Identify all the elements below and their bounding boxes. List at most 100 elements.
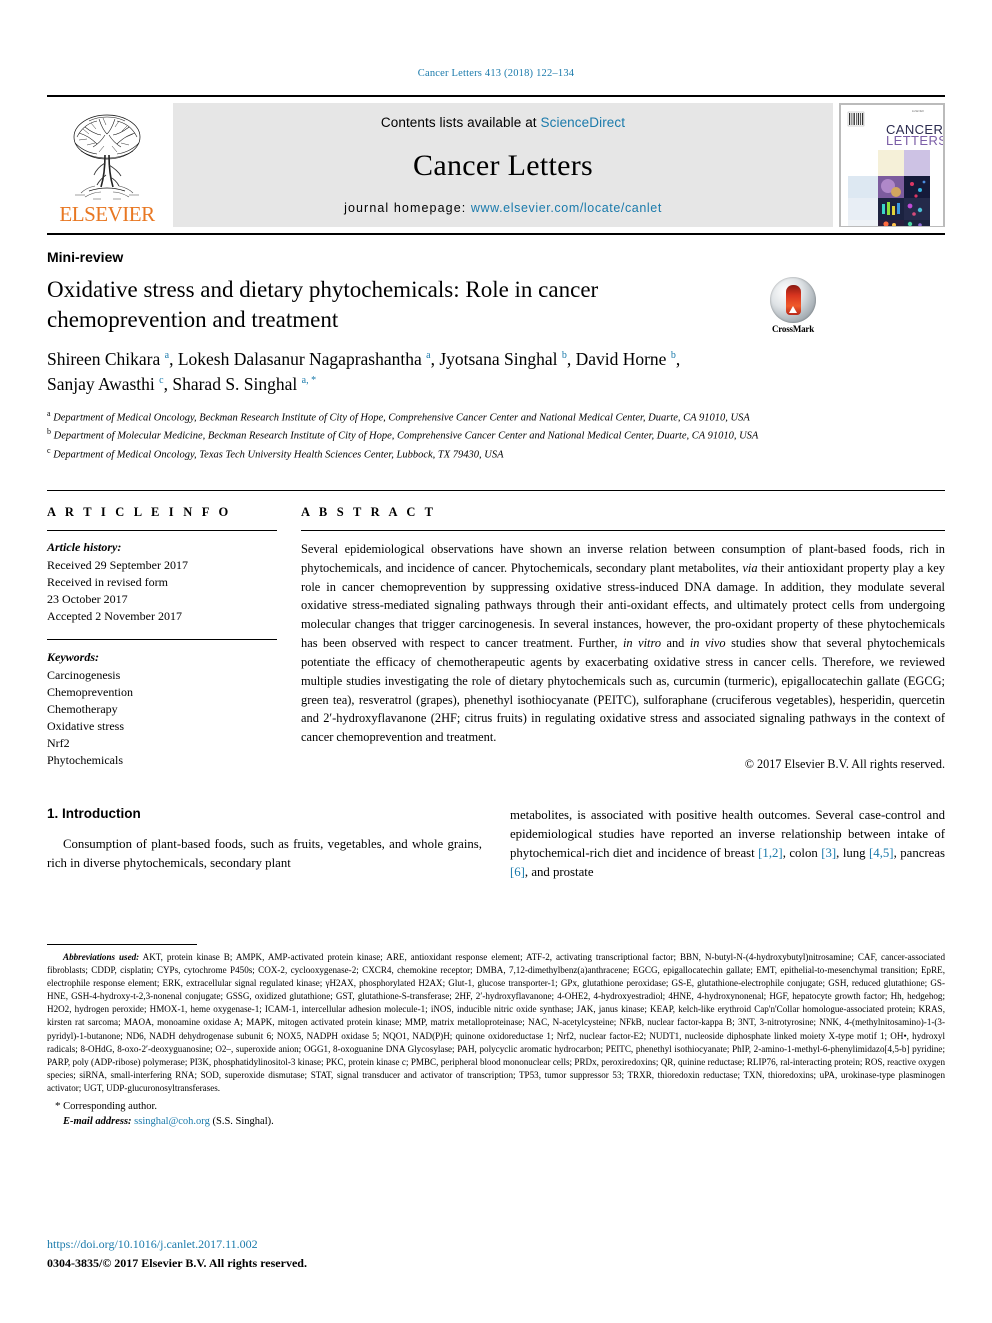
keywords-label: Keywords: bbox=[47, 649, 99, 664]
keywords-block: Keywords: Carcinogenesis Chemoprevention… bbox=[47, 638, 277, 769]
journal-cover-thumbnail: ELSEVIER CANCER LETTERS bbox=[839, 103, 945, 227]
journal-homepage-line: journal homepage: www.elsevier.com/locat… bbox=[344, 201, 662, 215]
info-abstract-section: A R T I C L E I N F O Article history: R… bbox=[47, 489, 945, 772]
journal-title: Cancer Letters bbox=[413, 148, 593, 182]
keyword-item: Nrf2 bbox=[47, 736, 70, 751]
corresponding-author-note: * Corresponding author. bbox=[47, 1100, 945, 1112]
running-head: Cancer Letters 413 (2018) 122–134 bbox=[417, 68, 575, 79]
keyword-item: Chemoprevention bbox=[47, 684, 133, 699]
cover-barcode bbox=[847, 111, 865, 127]
author-1: Shireen Chikara bbox=[47, 348, 165, 369]
author-sep-1: , Lokesh Dalasanur Nagaprashantha bbox=[169, 348, 427, 369]
article-history-label: Article history: bbox=[47, 539, 122, 554]
elsevier-tree-icon bbox=[73, 114, 141, 200]
journal-masthead: ELSEVIER Contents lists available at Sci… bbox=[47, 95, 945, 235]
citation-link-2[interactable]: [3] bbox=[821, 846, 836, 860]
intro-right-part-4: , pancreas bbox=[893, 845, 945, 860]
email-suffix: (S.S. Singhal). bbox=[209, 1116, 274, 1128]
intro-right-part-2: , colon bbox=[782, 845, 822, 860]
keyword-item: Carcinogenesis bbox=[47, 667, 121, 682]
introduction-section: 1. Introduction Consumption of plant-bas… bbox=[47, 806, 945, 882]
keyword-item: Oxidative stress bbox=[47, 719, 124, 734]
affiliation-a: a Department of Medical Oncology, Beckma… bbox=[47, 408, 917, 427]
svg-text:ELSEVIER: ELSEVIER bbox=[912, 110, 924, 113]
abstract-column: A B S T R A C T Several epidemiological … bbox=[301, 505, 945, 772]
abbreviations-text: Abbreviations used: AKT, protein kinase … bbox=[47, 951, 945, 1095]
footnotes-block: Abbreviations used: AKT, protein kinase … bbox=[47, 944, 945, 1127]
author-sep-4: , bbox=[675, 348, 681, 369]
abstract-divider bbox=[301, 529, 945, 531]
introduction-heading: 1. Introduction bbox=[47, 806, 141, 822]
affiliation-c-marker: c bbox=[47, 446, 51, 456]
contents-prefix: Contents lists available at bbox=[380, 115, 541, 130]
abstract-in-vitro: in vitro bbox=[622, 636, 662, 651]
author-sep-3: , David Horne bbox=[566, 348, 671, 369]
affiliation-c: c Department of Medical Oncology, Texas … bbox=[47, 445, 917, 464]
citation-link-4[interactable]: [6] bbox=[510, 865, 525, 879]
cover-artwork: ELSEVIER CANCER LETTERS bbox=[840, 104, 944, 226]
crossmark-badge[interactable]: CrossMark bbox=[747, 275, 839, 334]
history-item: Accepted 2 November 2017 bbox=[47, 608, 182, 623]
email-link[interactable]: ssinghal@coh.org bbox=[134, 1116, 210, 1127]
page-footer: https://doi.org/10.1016/j.canlet.2017.11… bbox=[47, 1237, 307, 1272]
intro-paragraph-left: Consumption of plant-based foods, such a… bbox=[47, 837, 482, 871]
abbreviations-label: Abbreviations used: bbox=[63, 952, 140, 962]
author-6-affil: a, * bbox=[301, 375, 317, 387]
intro-right-part-3: , lung bbox=[836, 845, 870, 860]
citation-link-3[interactable]: [4,5] bbox=[869, 846, 894, 860]
affiliation-b: b Department of Molecular Medicine, Beck… bbox=[47, 426, 917, 445]
keyword-item: Chemotherapy bbox=[47, 702, 118, 717]
article-info-heading: A R T I C L E I N F O bbox=[47, 504, 232, 519]
crossmark-label: CrossMark bbox=[771, 324, 815, 334]
affiliation-list: a Department of Medical Oncology, Beckma… bbox=[47, 408, 917, 464]
author-list: Shireen Chikara a, Lokesh Dalasanur Naga… bbox=[47, 347, 847, 398]
article-type-label: Mini-review bbox=[47, 249, 124, 265]
doi-link[interactable]: https://doi.org/10.1016/j.canlet.2017.11… bbox=[47, 1237, 307, 1252]
affiliation-a-text: Department of Medical Oncology, Beckman … bbox=[53, 412, 750, 424]
footnote-divider bbox=[47, 944, 197, 945]
intro-left-column: 1. Introduction Consumption of plant-bas… bbox=[47, 806, 482, 882]
affiliation-a-marker: a bbox=[47, 408, 51, 418]
title-row: Oxidative stress and dietary phytochemic… bbox=[47, 275, 945, 335]
intro-right-part-5: , and prostate bbox=[524, 864, 594, 879]
intro-right-column: metabolites, is associated with positive… bbox=[510, 806, 945, 882]
keyword-item: Phytochemicals bbox=[47, 753, 123, 768]
page-title: Oxidative stress and dietary phytochemic… bbox=[47, 277, 599, 332]
abstract-via: via bbox=[742, 560, 758, 575]
abstract-in-vivo: in vivo bbox=[689, 636, 726, 651]
crossmark-icon bbox=[770, 277, 816, 323]
journal-homepage-link[interactable]: www.elsevier.com/locate/canlet bbox=[471, 201, 662, 215]
elsevier-logo: ELSEVIER bbox=[47, 103, 167, 227]
asterisk-icon: * bbox=[55, 1100, 61, 1113]
article-info-divider bbox=[47, 529, 277, 531]
sciencedirect-banner: Contents lists available at ScienceDirec… bbox=[173, 103, 833, 227]
history-item: 23 October 2017 bbox=[47, 591, 128, 606]
history-item: Received in revised form bbox=[47, 574, 168, 589]
email-label: E-mail address: bbox=[63, 1116, 132, 1128]
author-sep-2: , Jyotsana Singhal bbox=[430, 348, 562, 369]
author-5: Sanjay Awasthi bbox=[47, 374, 160, 395]
paper-page: Cancer Letters 413 (2018) 122–134 ELSEVI… bbox=[0, 0, 992, 1323]
affiliation-c-text: Department of Medical Oncology, Texas Te… bbox=[53, 449, 504, 461]
abstract-text: Several epidemiological observations hav… bbox=[301, 540, 945, 747]
abstract-part-4: studies show that several phytochemicals… bbox=[301, 636, 946, 745]
email-note: E-mail address: ssinghal@coh.org (S.S. S… bbox=[47, 1116, 945, 1127]
abstract-heading: A B S T R A C T bbox=[301, 504, 437, 519]
issn-copyright-line: 0304-3835/© 2017 Elsevier B.V. All right… bbox=[47, 1256, 307, 1270]
affiliation-b-text: Department of Molecular Medicine, Beckma… bbox=[53, 430, 759, 442]
article-info-column: A R T I C L E I N F O Article history: R… bbox=[47, 505, 277, 772]
corresponding-author-text: Corresponding author. bbox=[63, 1101, 158, 1113]
homepage-prefix: journal homepage: bbox=[344, 201, 471, 215]
affiliation-b-marker: b bbox=[47, 427, 51, 437]
author-sep-5: , Sharad S. Singhal bbox=[163, 374, 302, 395]
abstract-part-3: and bbox=[661, 636, 690, 651]
abstract-copyright: © 2017 Elsevier B.V. All rights reserved… bbox=[744, 757, 945, 772]
svg-text:LETTERS: LETTERS bbox=[886, 133, 944, 148]
citation-link-1[interactable]: [1,2] bbox=[758, 846, 783, 860]
intro-paragraph-right: metabolites, is associated with positive… bbox=[510, 806, 945, 882]
history-item: Received 29 September 2017 bbox=[47, 557, 188, 572]
contents-line: Contents lists available at ScienceDirec… bbox=[381, 115, 625, 130]
elsevier-wordmark: ELSEVIER bbox=[59, 202, 155, 226]
abbreviations-body: AKT, protein kinase B; AMPK, AMP-activat… bbox=[47, 952, 945, 1093]
sciencedirect-link[interactable]: ScienceDirect bbox=[541, 115, 626, 130]
